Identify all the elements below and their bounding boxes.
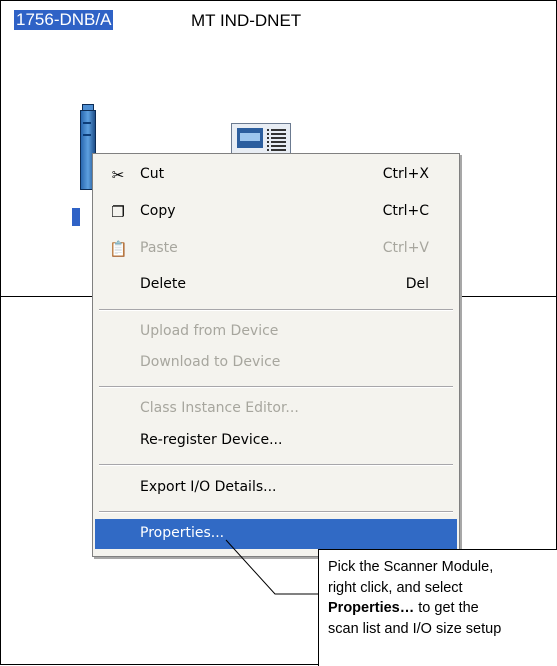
callout-leader-line: [225, 539, 318, 595]
